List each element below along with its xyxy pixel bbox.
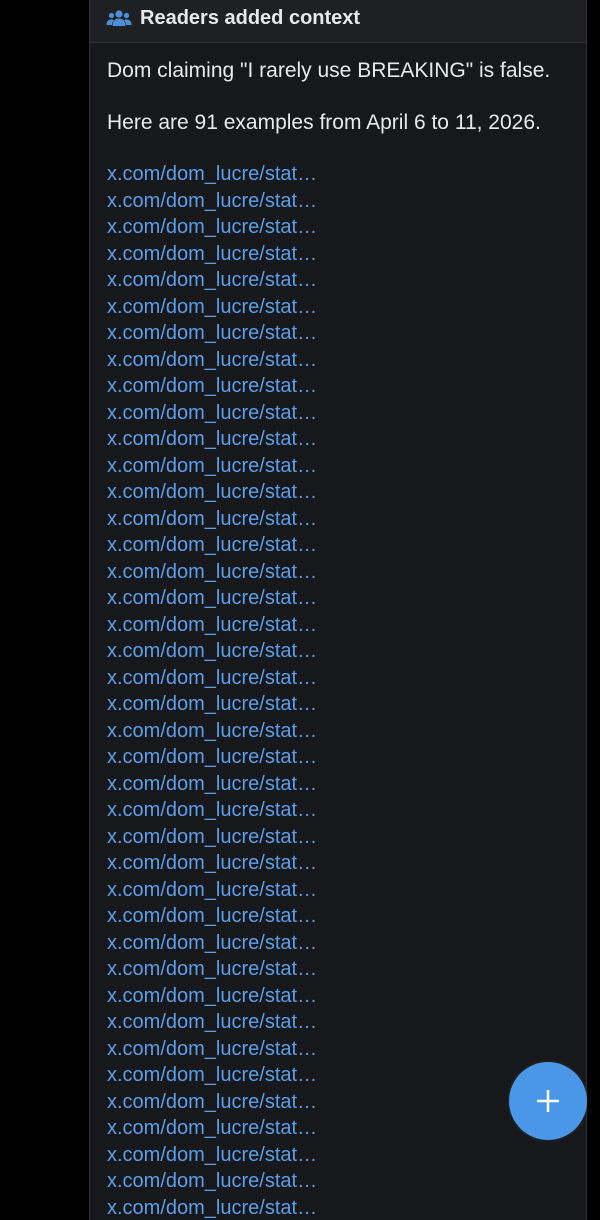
status-link[interactable]: x.com/dom_lucre/stat… xyxy=(107,267,586,294)
status-link[interactable]: x.com/dom_lucre/stat… xyxy=(107,1195,586,1220)
note-header-title: Readers added context xyxy=(140,7,360,30)
status-link[interactable]: x.com/dom_lucre/stat… xyxy=(107,956,586,983)
status-link[interactable]: x.com/dom_lucre/stat… xyxy=(107,744,586,771)
status-link[interactable]: x.com/dom_lucre/stat… xyxy=(107,400,586,427)
community-note-card: Readers added context Dom claiming "I ra… xyxy=(89,0,587,1220)
note-examples-text: Here are 91 examples from April 6 to 11,… xyxy=(107,109,586,137)
status-link[interactable]: x.com/dom_lucre/stat… xyxy=(107,373,586,400)
status-link[interactable]: x.com/dom_lucre/stat… xyxy=(107,612,586,639)
status-link[interactable]: x.com/dom_lucre/stat… xyxy=(107,320,586,347)
status-link[interactable]: x.com/dom_lucre/stat… xyxy=(107,877,586,904)
status-link[interactable]: x.com/dom_lucre/stat… xyxy=(107,1168,586,1195)
status-link[interactable]: x.com/dom_lucre/stat… xyxy=(107,691,586,718)
status-link[interactable]: x.com/dom_lucre/stat… xyxy=(107,930,586,957)
status-link[interactable]: x.com/dom_lucre/stat… xyxy=(107,479,586,506)
status-link[interactable]: x.com/dom_lucre/stat… xyxy=(107,241,586,268)
compose-button[interactable] xyxy=(509,1062,587,1140)
status-link[interactable]: x.com/dom_lucre/stat… xyxy=(107,797,586,824)
status-link[interactable]: x.com/dom_lucre/stat… xyxy=(107,188,586,215)
status-link[interactable]: x.com/dom_lucre/stat… xyxy=(107,506,586,533)
status-link[interactable]: x.com/dom_lucre/stat… xyxy=(107,1009,586,1036)
status-link[interactable]: x.com/dom_lucre/stat… xyxy=(107,1036,586,1063)
status-link[interactable]: x.com/dom_lucre/stat… xyxy=(107,294,586,321)
note-header: Readers added context xyxy=(90,0,586,43)
status-link[interactable]: x.com/dom_lucre/stat… xyxy=(107,665,586,692)
status-link[interactable]: x.com/dom_lucre/stat… xyxy=(107,718,586,745)
status-link[interactable]: x.com/dom_lucre/stat… xyxy=(107,585,586,612)
status-link[interactable]: x.com/dom_lucre/stat… xyxy=(107,161,586,188)
status-link[interactable]: x.com/dom_lucre/stat… xyxy=(107,638,586,665)
status-link[interactable]: x.com/dom_lucre/stat… xyxy=(107,559,586,586)
status-link[interactable]: x.com/dom_lucre/stat… xyxy=(107,983,586,1010)
status-link[interactable]: x.com/dom_lucre/stat… xyxy=(107,850,586,877)
status-link[interactable]: x.com/dom_lucre/stat… xyxy=(107,426,586,453)
status-link[interactable]: x.com/dom_lucre/stat… xyxy=(107,347,586,374)
status-link[interactable]: x.com/dom_lucre/stat… xyxy=(107,532,586,559)
status-link[interactable]: x.com/dom_lucre/stat… xyxy=(107,1142,586,1169)
link-list: x.com/dom_lucre/stat…x.com/dom_lucre/sta… xyxy=(107,161,586,1220)
status-link[interactable]: x.com/dom_lucre/stat… xyxy=(107,903,586,930)
status-link[interactable]: x.com/dom_lucre/stat… xyxy=(107,453,586,480)
plus-icon xyxy=(535,1088,561,1114)
note-body: Dom claiming "I rarely use BREAKING" is … xyxy=(90,43,586,1220)
status-link[interactable]: x.com/dom_lucre/stat… xyxy=(107,214,586,241)
note-claim-text: Dom claiming "I rarely use BREAKING" is … xyxy=(107,57,586,85)
status-link[interactable]: x.com/dom_lucre/stat… xyxy=(107,824,586,851)
people-icon xyxy=(106,9,132,29)
status-link[interactable]: x.com/dom_lucre/stat… xyxy=(107,771,586,798)
